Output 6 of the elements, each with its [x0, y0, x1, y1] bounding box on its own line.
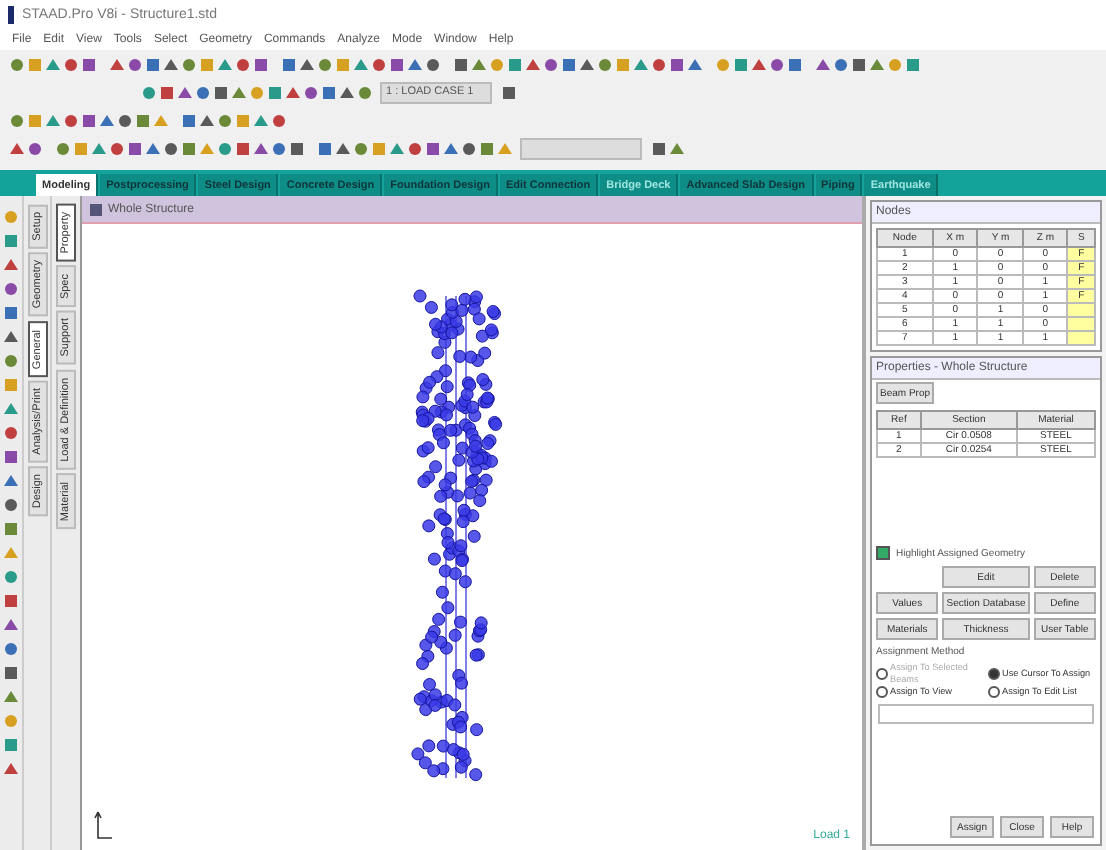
input-field[interactable]	[878, 703, 1094, 724]
app-icon	[8, 5, 14, 23]
view-field[interactable]	[520, 137, 642, 159]
window-icon	[90, 203, 102, 215]
axis-icon	[94, 810, 114, 842]
checkbox[interactable]	[876, 546, 890, 561]
